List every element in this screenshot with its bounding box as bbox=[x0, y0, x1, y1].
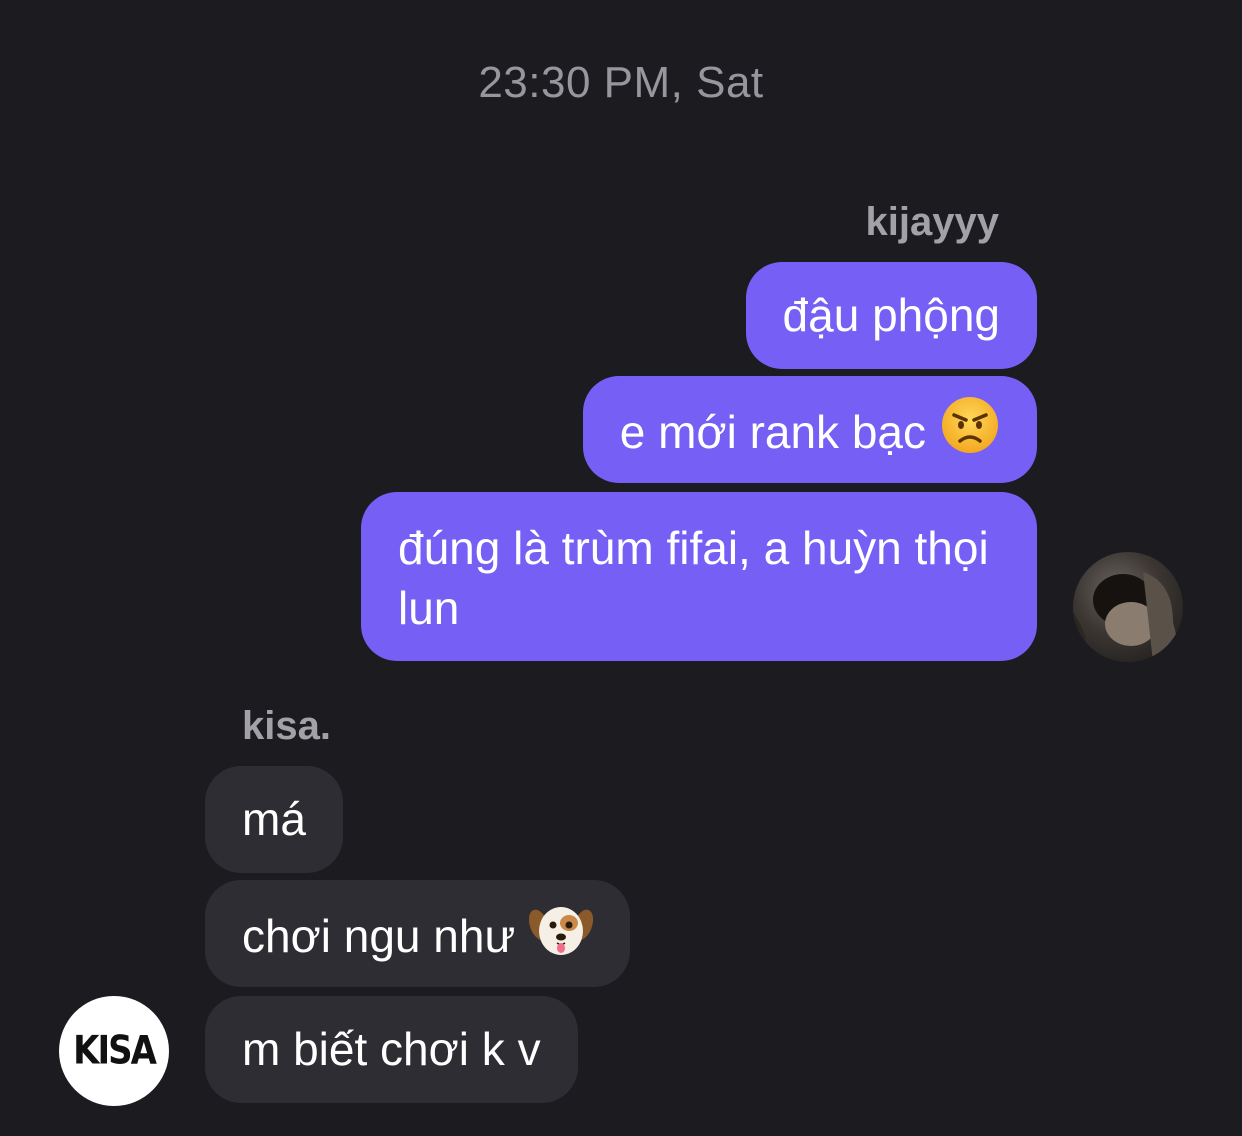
message-bubble-outgoing[interactable]: đúng là trùm fifai, a huỳn thọi lun bbox=[361, 492, 1037, 661]
message-bubble-incoming[interactable]: má bbox=[205, 766, 343, 873]
message-text: đậu phộng bbox=[782, 289, 1000, 341]
sender-name-kisa[interactable]: kisa. bbox=[242, 704, 331, 749]
conversation-timestamp: 23:30 PM, Sat bbox=[478, 58, 764, 107]
dog-face-icon bbox=[529, 899, 594, 973]
sender-name-kijayyy[interactable]: kijayyy bbox=[866, 200, 999, 245]
avatar-kijayyy[interactable] bbox=[1073, 552, 1183, 662]
message-text: chơi ngu như bbox=[242, 910, 516, 963]
kisa-logo: KISA bbox=[73, 1028, 157, 1074]
message-bubble-incoming[interactable]: m biết chơi k v bbox=[205, 996, 578, 1103]
message-text: má bbox=[242, 793, 306, 845]
message-text: m biết chơi k v bbox=[242, 1023, 541, 1075]
message-text: đúng là trùm fifai, a huỳn thọi lun bbox=[398, 522, 989, 634]
message-bubble-outgoing[interactable]: e mới rank bạc bbox=[582, 376, 1037, 483]
avatar-kisa[interactable]: KISA bbox=[59, 996, 169, 1106]
message-bubble-incoming[interactable]: chơi ngu như bbox=[205, 880, 631, 987]
angry-face-icon bbox=[940, 395, 1000, 469]
message-text: e mới rank bạc bbox=[619, 406, 926, 459]
profile-photo-icon bbox=[1073, 572, 1183, 662]
message-bubble-outgoing[interactable]: đậu phộng bbox=[745, 262, 1037, 369]
